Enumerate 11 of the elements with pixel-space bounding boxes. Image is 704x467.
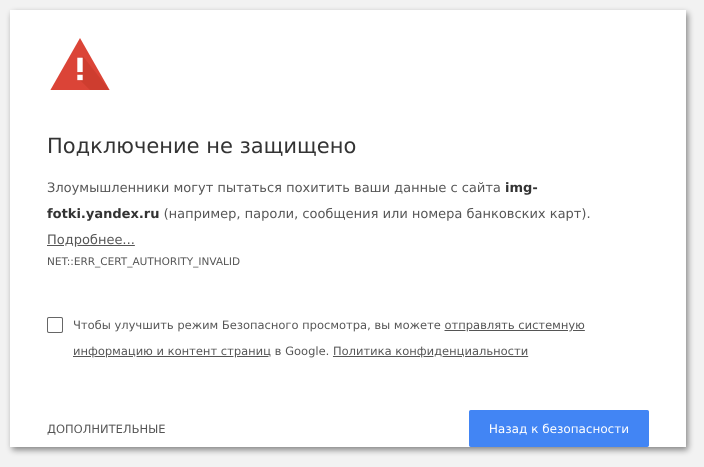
back-to-safety-button[interactable]: Назад к безопасности xyxy=(469,410,649,447)
report-link[interactable]: Политика конфиденциальности xyxy=(332,344,528,358)
checkbox[interactable] xyxy=(47,317,63,333)
details-link[interactable]: Подробнее... xyxy=(47,233,135,248)
advanced-button[interactable]: ДОПОЛНИТЕЛЬНЫЕ xyxy=(47,422,166,436)
report-link[interactable]: отправлять системную xyxy=(444,318,585,332)
safe-browsing-text: Чтобы улучшить режим Безопасного просмотра, вы можете отправлять системную информацию и контент страниц в Google. Политика конфиденциальности xyxy=(73,317,586,360)
page-heading: Подключение не защищено xyxy=(47,134,356,158)
description-text: Злоумышленники могут пытаться похитить ваши данные с сайта img-fotki.yandex.ru (например, пароли, сообщения или номера банковских карт). Подробнее... xyxy=(47,180,592,250)
error-code: NET::ERR_CERT_AUTHORITY_INVALID xyxy=(47,256,240,268)
report-link[interactable]: информацию и контент страниц xyxy=(73,344,271,358)
